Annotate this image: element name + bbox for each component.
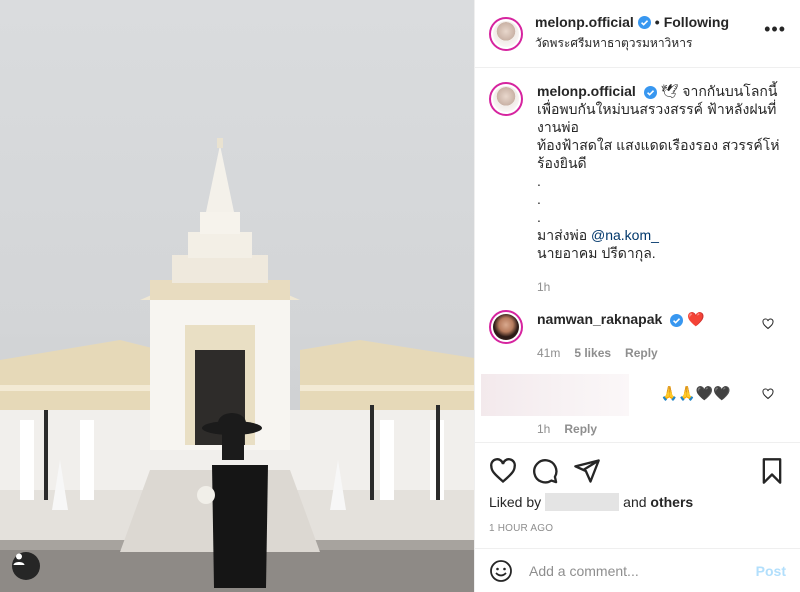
user-tag-button[interactable] (12, 552, 40, 580)
heart-icon[interactable] (489, 457, 517, 485)
more-options-icon[interactable]: ••• (764, 20, 786, 38)
caption-line: มาส่งพ่อ @na.kom_ (537, 226, 781, 244)
caption-line: นายอาคม ปรีดากุล. (537, 245, 656, 261)
user-tag-icon (13, 553, 25, 565)
author-avatar[interactable] (489, 16, 523, 51)
share-icon[interactable] (573, 457, 601, 485)
author-info: melonp.official • Following วัดพระศรีมหา… (535, 14, 729, 53)
caption-line: . (537, 173, 541, 189)
caption: melonp.official 🕊 จากกันบนโลกนี้ เพื่อพบ… (489, 82, 786, 296)
comment-item: namwan_raknapak ❤️ 41m 5 likes Reply (489, 310, 786, 362)
liked-by-others-link[interactable]: others (650, 494, 693, 510)
caption-body: melonp.official 🕊 จากกันบนโลกนี้ เพื่อพบ… (537, 82, 781, 296)
comment-body: namwan_raknapak ❤️ 41m 5 likes Reply (537, 310, 781, 362)
caption-line: . (537, 209, 541, 225)
commenter-username[interactable]: namwan_raknapak (537, 311, 662, 327)
dove-emoji: 🕊 (660, 83, 679, 99)
post-comment-button[interactable]: Post (756, 563, 786, 579)
author-username[interactable]: melonp.official (535, 14, 634, 30)
add-comment-bar: Post (475, 548, 800, 592)
liked-by-prefix: Liked by (489, 494, 542, 510)
verified-icon (637, 15, 651, 29)
redacted-liker-name[interactable] (545, 493, 620, 511)
caption-line: ท้องฟ้าสดใส แสงแดดเรืองรอง สวรรค์โห่ (537, 137, 780, 153)
verified-icon (670, 313, 684, 327)
caption-line: เพื่อพบกันใหม่บนสรวงสรรค์ ฟ้าหลังฝนที่ (537, 101, 777, 117)
comment-meta: 41m 5 likes Reply (537, 344, 781, 362)
comment-like-heart-icon[interactable] (762, 318, 774, 330)
comment-icon[interactable] (531, 457, 559, 485)
verified-icon (643, 85, 657, 99)
comment-likes[interactable]: 5 likes (574, 344, 611, 362)
caption-line: จากกันบนโลกนี้ (682, 83, 778, 99)
comment-time[interactable]: 41m (537, 344, 560, 362)
liked-by-connector: and (623, 494, 647, 510)
post-time-ago[interactable]: 1 HOUR AGO (489, 523, 786, 534)
comment-time[interactable]: 1h (537, 420, 550, 438)
action-icons (489, 451, 786, 491)
post-actions: Liked by and others 1 HOUR AGO (475, 442, 800, 548)
caption-line: . (537, 191, 541, 207)
comment-meta: 1h Reply (537, 420, 781, 438)
temple-photo-illustration (0, 138, 474, 592)
comment-item: 🙏🙏🖤🖤 1h Reply (481, 374, 786, 438)
liked-by-line: Liked by and others (489, 493, 786, 511)
commenter-avatar[interactable] (489, 310, 523, 344)
comment-text: 🙏🙏🖤🖤 (660, 385, 731, 401)
comments-section: melonp.official 🕊 จากกันบนโลกนี้ เพื่อพบ… (475, 68, 800, 442)
caption-line: งานพ่อ (537, 119, 579, 135)
bookmark-icon[interactable] (758, 457, 786, 485)
separator-dot: • (654, 14, 660, 30)
caption-avatar[interactable] (489, 82, 523, 116)
caption-text: มาส่งพ่อ (537, 227, 588, 243)
instagram-post: melonp.official • Following วัดพระศรีมหา… (0, 0, 800, 592)
comment-like-heart-icon[interactable] (762, 388, 774, 400)
caption-line: ร้องยินดี (537, 155, 587, 171)
following-button[interactable]: Following (664, 14, 729, 30)
caption-time[interactable]: 1h (537, 278, 550, 296)
emoji-icon[interactable] (489, 559, 513, 583)
post-location[interactable]: วัดพระศรีมหาธาตุวรมหาวิหาร (535, 34, 729, 53)
reply-button[interactable]: Reply (564, 420, 597, 438)
caption-meta: 1h (537, 278, 781, 296)
add-comment-input[interactable] (527, 561, 756, 580)
post-header: melonp.official • Following วัดพระศรีมหา… (475, 0, 800, 68)
post-side-panel: melonp.official • Following วัดพระศรีมหา… (474, 0, 800, 592)
reply-button[interactable]: Reply (625, 344, 658, 362)
caption-username[interactable]: melonp.official (537, 83, 636, 99)
caption-mention-link[interactable]: @na.kom_ (591, 227, 659, 243)
comment-text: ❤️ (687, 311, 705, 327)
post-photo[interactable] (0, 0, 474, 592)
redacted-username-block (481, 374, 629, 416)
